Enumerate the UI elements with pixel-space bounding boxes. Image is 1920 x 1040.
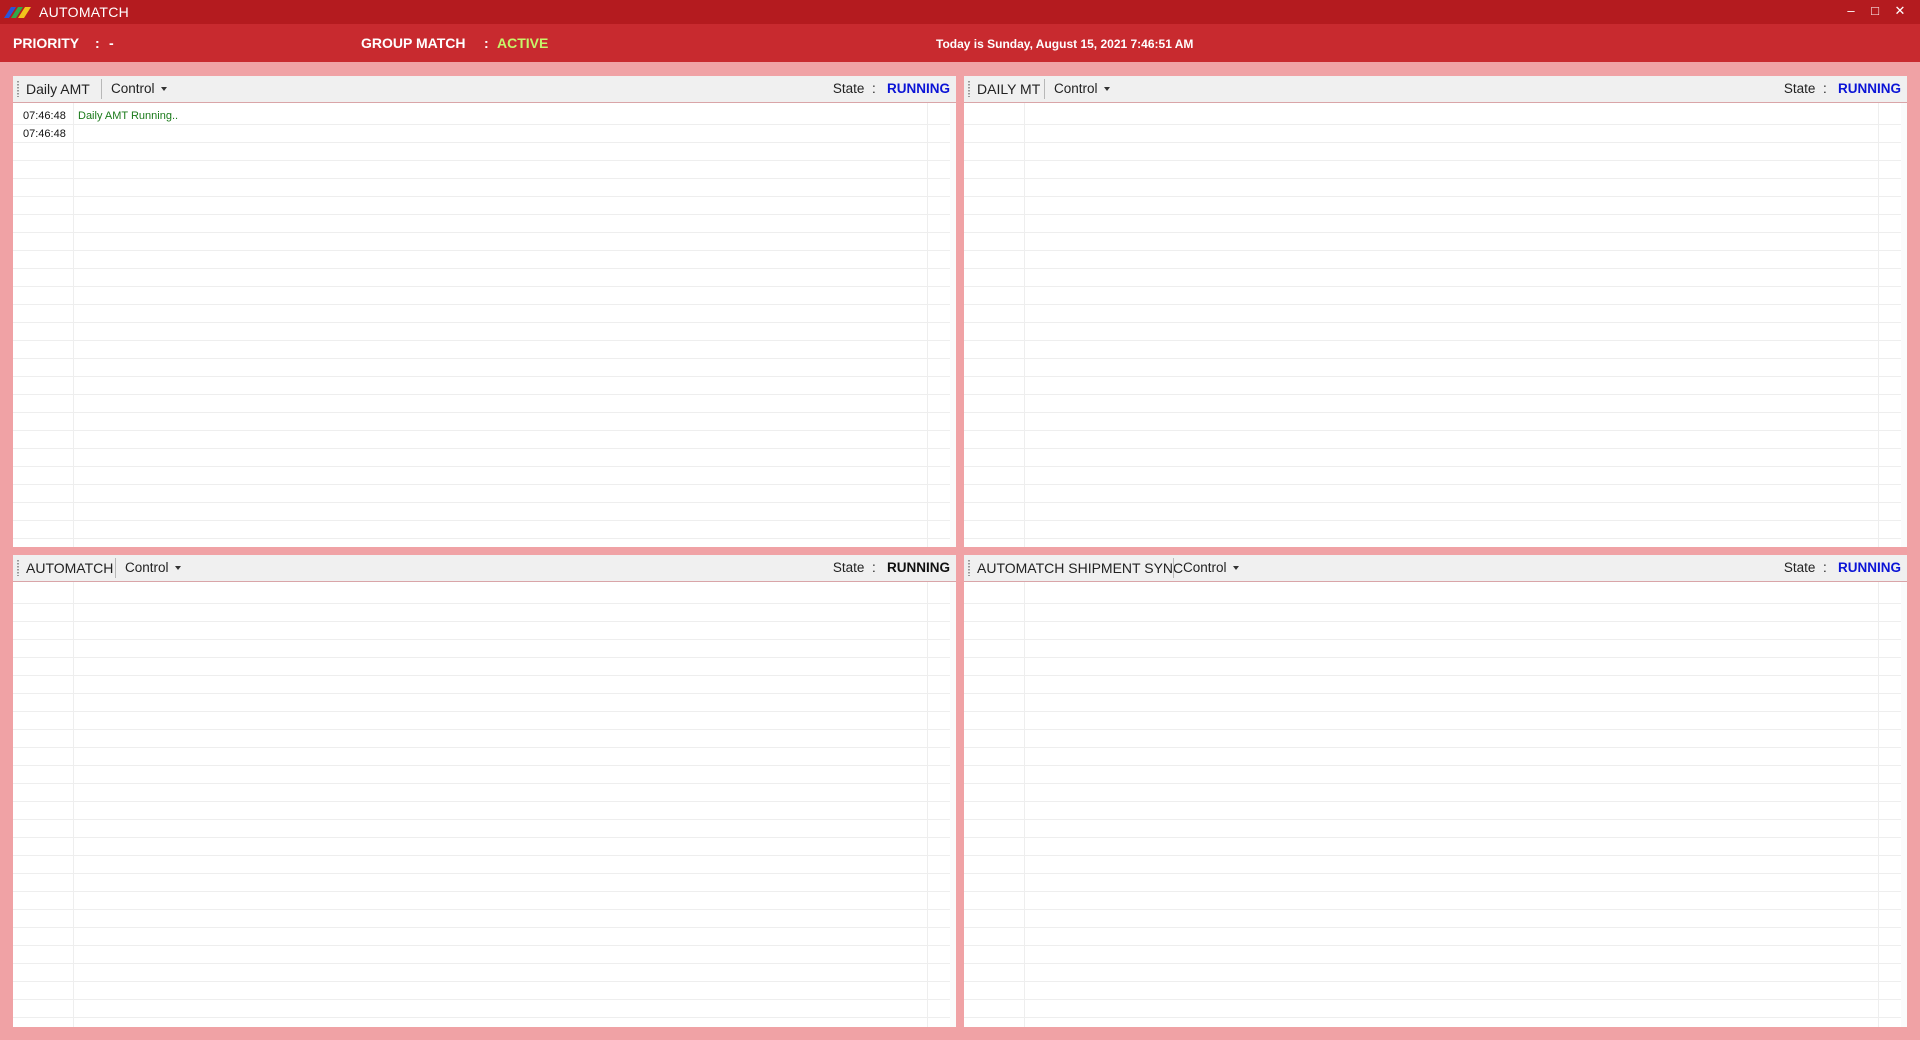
control-dropdown-label: Control — [125, 560, 169, 575]
panel-automatch: AUTOMATCH Control State : RUNNING — [13, 555, 956, 1027]
panel-toolbar: Daily AMT Control State : RUNNING — [13, 76, 956, 103]
scroll-area[interactable] — [1901, 103, 1907, 547]
state-separator: : — [1822, 81, 1827, 96]
app-logo-icon — [4, 7, 31, 18]
app-title: AUTOMATCH — [39, 4, 130, 20]
panel-title: AUTOMATCH — [26, 560, 114, 576]
log-row: 07:46:48 Daily AMT Running.. — [13, 107, 913, 125]
priority-label: PRIORITY — [13, 35, 80, 51]
maximize-button[interactable]: □ — [1862, 0, 1888, 24]
log-time: 07:46:48 — [23, 110, 66, 122]
control-dropdown-label: Control — [1054, 81, 1098, 96]
toolbar-divider — [1044, 79, 1045, 99]
grid-column-divider — [1878, 582, 1879, 1027]
chevron-down-icon — [1232, 566, 1239, 571]
state-label: State — [1783, 560, 1816, 575]
grid-column-divider — [1024, 103, 1025, 547]
chevron-down-icon — [174, 566, 181, 571]
panel-daily-mt: DAILY MT Control State : RUNNING — [964, 76, 1907, 547]
chevron-down-icon — [160, 87, 167, 92]
state-label: State — [832, 81, 865, 96]
priority-value: - — [109, 35, 114, 51]
panel-automatch-shipment-sync: AUTOMATCH SHIPMENT SYNC Control State : … — [964, 555, 1907, 1027]
grid-column-divider — [73, 582, 74, 1027]
state-separator: : — [1822, 560, 1827, 575]
panel-toolbar: DAILY MT Control State : RUNNING — [964, 76, 1907, 103]
panel-title: AUTOMATCH SHIPMENT SYNC — [977, 560, 1184, 576]
state-value: RUNNING — [887, 560, 950, 575]
log-row: 07:46:48 — [13, 125, 913, 143]
priority-separator: : — [95, 35, 100, 51]
control-dropdown[interactable]: Control — [125, 560, 181, 575]
toolbar-divider — [115, 558, 116, 578]
title-bar: AUTOMATCH – □ ✕ — [0, 0, 1920, 24]
state-separator: : — [871, 81, 876, 96]
state-indicator: State : RUNNING — [1784, 560, 1901, 575]
grid-column-divider — [927, 103, 928, 547]
state-value: RUNNING — [1838, 560, 1901, 575]
group-match-label: GROUP MATCH — [361, 35, 466, 51]
state-label: State — [832, 560, 865, 575]
panel-toolbar: AUTOMATCH SHIPMENT SYNC Control State : … — [964, 555, 1907, 582]
log-time: 07:46:48 — [23, 128, 66, 140]
date-time-text: Today is Sunday, August 15, 2021 7:46:51… — [936, 37, 1194, 51]
log-message: Daily AMT Running.. — [78, 110, 179, 122]
toolbar-grip-icon — [17, 560, 19, 576]
state-separator: : — [871, 560, 876, 575]
control-dropdown-label: Control — [111, 81, 155, 96]
control-dropdown-label: Control — [1183, 560, 1227, 575]
scroll-area[interactable] — [950, 103, 956, 547]
toolbar-grip-icon — [968, 81, 970, 97]
state-indicator: State : RUNNING — [833, 81, 950, 96]
state-label: State — [1783, 81, 1816, 96]
control-dropdown[interactable]: Control — [1054, 81, 1110, 96]
toolbar-grip-icon — [17, 81, 19, 97]
scroll-area[interactable] — [1901, 582, 1907, 1027]
log-grid[interactable] — [13, 582, 956, 1027]
state-value: RUNNING — [887, 81, 950, 96]
toolbar-grip-icon — [968, 560, 970, 576]
close-button[interactable]: ✕ — [1887, 0, 1913, 24]
grid-column-divider — [1024, 582, 1025, 1027]
panel-toolbar: AUTOMATCH Control State : RUNNING — [13, 555, 956, 582]
state-indicator: State : RUNNING — [833, 560, 950, 575]
toolbar-divider — [1173, 558, 1174, 578]
log-grid[interactable]: 07:46:48 Daily AMT Running.. 07:46:48 — [13, 103, 956, 547]
state-indicator: State : RUNNING — [1784, 81, 1901, 96]
chevron-down-icon — [1103, 87, 1110, 92]
status-bar: PRIORITY : - GROUP MATCH : ACTIVE Today … — [0, 24, 1920, 62]
log-grid[interactable] — [964, 582, 1907, 1027]
panel-title: DAILY MT — [977, 81, 1041, 97]
state-value: RUNNING — [1838, 81, 1901, 96]
group-match-value: ACTIVE — [497, 35, 549, 51]
panel-daily-amt: Daily AMT Control State : RUNNING 07:46:… — [13, 76, 956, 547]
panel-title: Daily AMT — [26, 81, 90, 97]
minimize-button[interactable]: – — [1838, 0, 1864, 24]
control-dropdown[interactable]: Control — [111, 81, 167, 96]
group-match-separator: : — [484, 35, 489, 51]
grid-column-divider — [73, 103, 74, 547]
toolbar-divider — [101, 79, 102, 99]
log-grid[interactable] — [964, 103, 1907, 547]
scroll-area[interactable] — [950, 582, 956, 1027]
control-dropdown[interactable]: Control — [1183, 560, 1239, 575]
grid-column-divider — [927, 582, 928, 1027]
grid-column-divider — [1878, 103, 1879, 547]
